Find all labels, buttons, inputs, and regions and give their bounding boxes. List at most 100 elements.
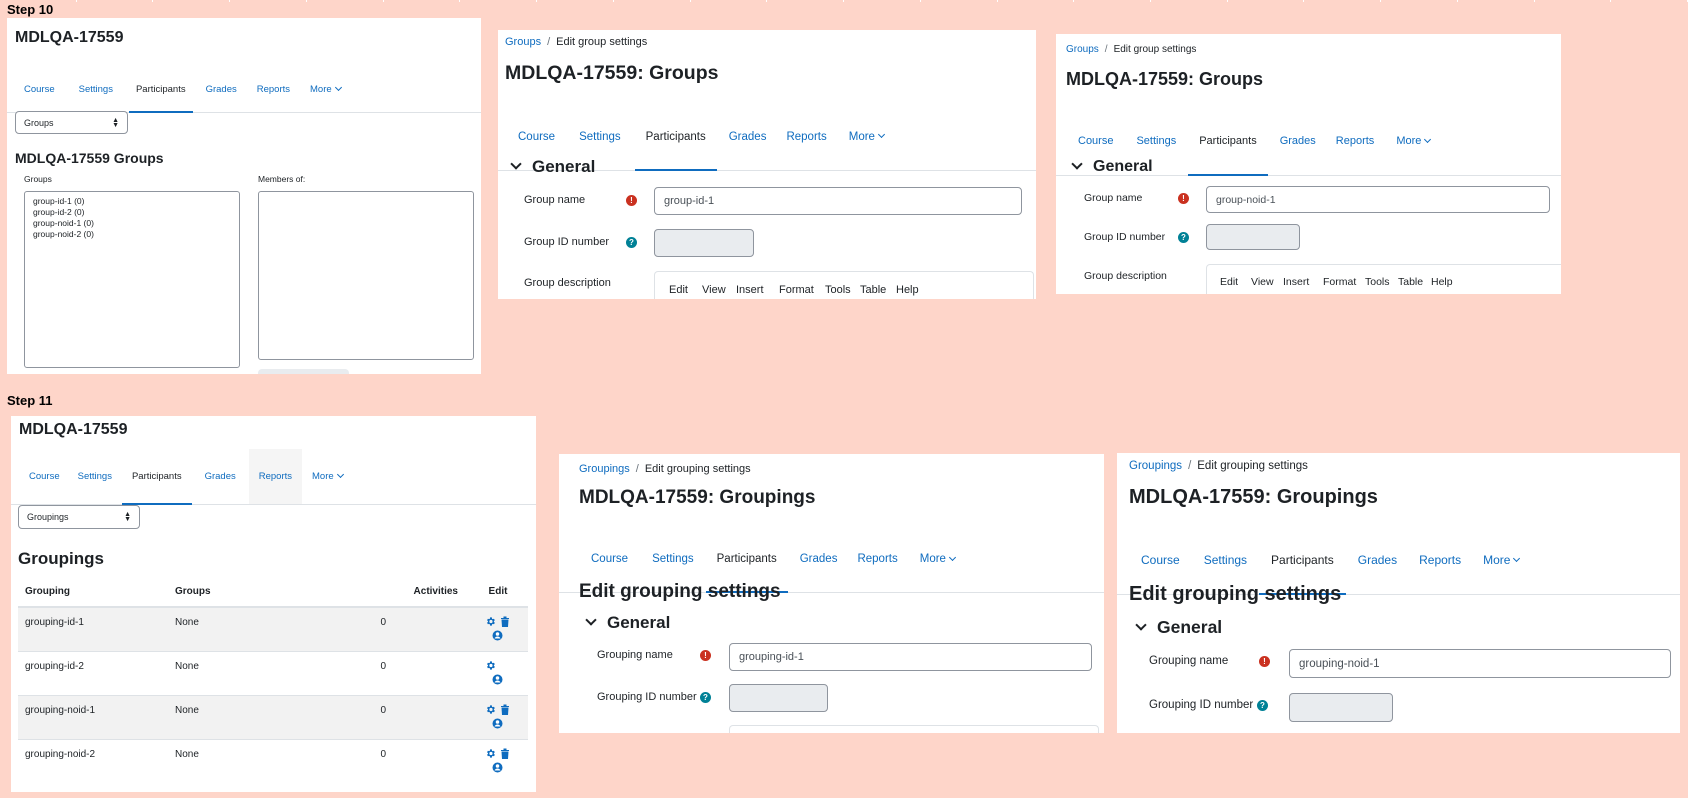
editor-menu-table[interactable]: Table xyxy=(1398,276,1423,288)
editor-menu-insert[interactable]: Insert xyxy=(736,284,764,296)
course-title: MDLQA-17559 xyxy=(15,29,124,46)
list-item[interactable]: group-noid-1 (0) xyxy=(33,218,94,228)
tab-grades[interactable]: Grades xyxy=(199,66,244,112)
course-title: MDLQA-17559 xyxy=(19,421,128,438)
tab-course[interactable]: Course xyxy=(29,449,60,504)
tab-participants[interactable]: Participants xyxy=(1188,107,1269,176)
step10-edit-group-panel: Groups / Edit group settings MDLQA-17559: … xyxy=(498,30,1036,299)
tab-more-label: More xyxy=(1483,553,1511,567)
top-strip xyxy=(0,0,1688,2)
section-general[interactable]: General xyxy=(1135,617,1222,638)
tab-reports[interactable]: Reports xyxy=(1336,107,1375,175)
chevron-down-icon xyxy=(334,83,342,91)
editor-menu-view[interactable]: View xyxy=(702,284,726,296)
tab-more[interactable]: More xyxy=(303,66,348,112)
tab-reports[interactable]: Reports xyxy=(786,103,826,170)
step-10-label: Step 10 xyxy=(7,2,54,17)
breadcrumb-groupings-link[interactable]: Groupings xyxy=(579,463,630,475)
group-idnumber-input[interactable] xyxy=(654,229,754,257)
tab-more[interactable]: More xyxy=(849,103,885,170)
grouping-idnumber-input[interactable] xyxy=(729,684,828,712)
tab-reports[interactable]: Reports xyxy=(857,526,897,592)
tab-reports[interactable]: Reports xyxy=(248,449,303,504)
editor-menu-edit[interactable]: Edit xyxy=(669,284,688,296)
tab-settings[interactable]: Settings xyxy=(78,449,112,504)
group-idnumber-label: Group ID number xyxy=(1084,231,1166,243)
section-general[interactable]: General xyxy=(585,613,670,633)
groups-listbox[interactable]: group-id-1 (0) group-id-2 (0) group-noid… xyxy=(24,191,240,368)
user-icon[interactable] xyxy=(492,718,503,732)
tab-reports[interactable]: Reports xyxy=(250,66,297,112)
groupings-select[interactable]: Groupings ▲ ▼ xyxy=(18,505,140,529)
editor-menu-format[interactable]: Format xyxy=(1323,276,1356,288)
required-icon: ! xyxy=(1178,193,1189,204)
group-name-input[interactable]: group-noid-1 xyxy=(1206,186,1550,213)
tab-course[interactable]: Course xyxy=(24,66,62,112)
tab-more[interactable]: More xyxy=(920,526,956,592)
trash-icon[interactable] xyxy=(500,748,510,762)
edit-grouping-heading: Edit grouping settings xyxy=(1129,583,1342,605)
activities-cell: 0 xyxy=(368,650,468,695)
help-icon[interactable]: ? xyxy=(626,237,637,248)
gear-icon[interactable] xyxy=(485,704,496,718)
help-icon[interactable]: ? xyxy=(1257,700,1268,711)
editor-menu-table[interactable]: Table xyxy=(860,284,886,296)
list-item[interactable]: group-id-1 (0) xyxy=(33,196,85,206)
required-icon: ! xyxy=(1259,656,1270,667)
help-icon[interactable]: ? xyxy=(700,692,711,703)
tab-more[interactable]: More xyxy=(1483,526,1521,594)
activities-cell: 0 xyxy=(368,606,468,651)
gear-icon[interactable] xyxy=(485,748,496,762)
groups-cell: None xyxy=(168,694,368,739)
tab-more[interactable]: More xyxy=(302,449,353,504)
page-title: MDLQA-17559: Groupings xyxy=(1129,486,1378,508)
group-name-label: Group name xyxy=(1084,192,1143,204)
groups-select[interactable]: Groups ▲ ▼ xyxy=(15,111,128,134)
gear-icon[interactable] xyxy=(485,660,496,674)
tab-participants[interactable]: Participants xyxy=(128,66,193,113)
trash-icon[interactable] xyxy=(500,704,510,718)
breadcrumb-groups-link[interactable]: Groups xyxy=(1066,44,1099,55)
step11-groupings-overview-panel: MDLQA-17559 Course Settings Participants… xyxy=(11,416,536,792)
grouping-name-input[interactable]: grouping-noid-1 xyxy=(1289,649,1671,678)
group-name-input[interactable]: group-id-1 xyxy=(654,187,1022,215)
help-icon[interactable]: ? xyxy=(1178,232,1189,243)
trash-icon[interactable] xyxy=(500,616,510,630)
section-general[interactable]: General xyxy=(510,157,595,177)
grouping-name-cell: grouping-noid-2 xyxy=(18,738,168,783)
editor-menu-edit[interactable]: Edit xyxy=(1220,276,1238,288)
editor-menu-view[interactable]: View xyxy=(1251,276,1274,288)
tab-grades[interactable]: Grades xyxy=(196,449,245,504)
list-item[interactable]: group-noid-2 (0) xyxy=(33,229,94,239)
breadcrumb-current: Edit group settings xyxy=(1113,44,1197,55)
chevron-down-icon xyxy=(1513,554,1521,562)
user-icon[interactable] xyxy=(492,630,503,644)
tab-more[interactable]: More xyxy=(1396,107,1432,175)
editor-menu-help[interactable]: Help xyxy=(1431,276,1453,288)
tab-grades[interactable]: Grades xyxy=(723,103,773,170)
partial-button[interactable] xyxy=(258,369,349,374)
editor-menu-format[interactable]: Format xyxy=(779,284,814,296)
breadcrumb-groups-link[interactable]: Groups xyxy=(505,36,541,48)
tab-settings[interactable]: Settings xyxy=(79,66,113,112)
tab-reports[interactable]: Reports xyxy=(1419,526,1461,594)
list-item[interactable]: group-id-2 (0) xyxy=(33,207,85,217)
editor-menu-insert[interactable]: Insert xyxy=(1283,276,1309,288)
grouping-name-input[interactable]: grouping-id-1 xyxy=(729,643,1092,671)
tab-participants[interactable]: Participants xyxy=(634,103,717,171)
breadcrumb-groupings-link[interactable]: Groupings xyxy=(1129,460,1182,472)
user-icon[interactable] xyxy=(492,762,503,776)
editor-menu-help[interactable]: Help xyxy=(896,284,919,296)
section-general[interactable]: General xyxy=(1071,158,1153,176)
tab-participants[interactable]: Participants xyxy=(121,449,192,505)
tab-grades[interactable]: Grades xyxy=(1352,526,1403,594)
tab-grades[interactable]: Grades xyxy=(794,526,844,592)
editor-menu-tools[interactable]: Tools xyxy=(1365,276,1390,288)
grouping-idnumber-input[interactable] xyxy=(1289,693,1393,722)
user-icon[interactable] xyxy=(492,674,503,688)
gear-icon[interactable] xyxy=(485,616,496,630)
members-listbox[interactable] xyxy=(258,191,474,360)
editor-menu-tools[interactable]: Tools xyxy=(825,284,851,296)
group-idnumber-input[interactable] xyxy=(1206,224,1300,250)
tab-grades[interactable]: Grades xyxy=(1274,107,1322,175)
